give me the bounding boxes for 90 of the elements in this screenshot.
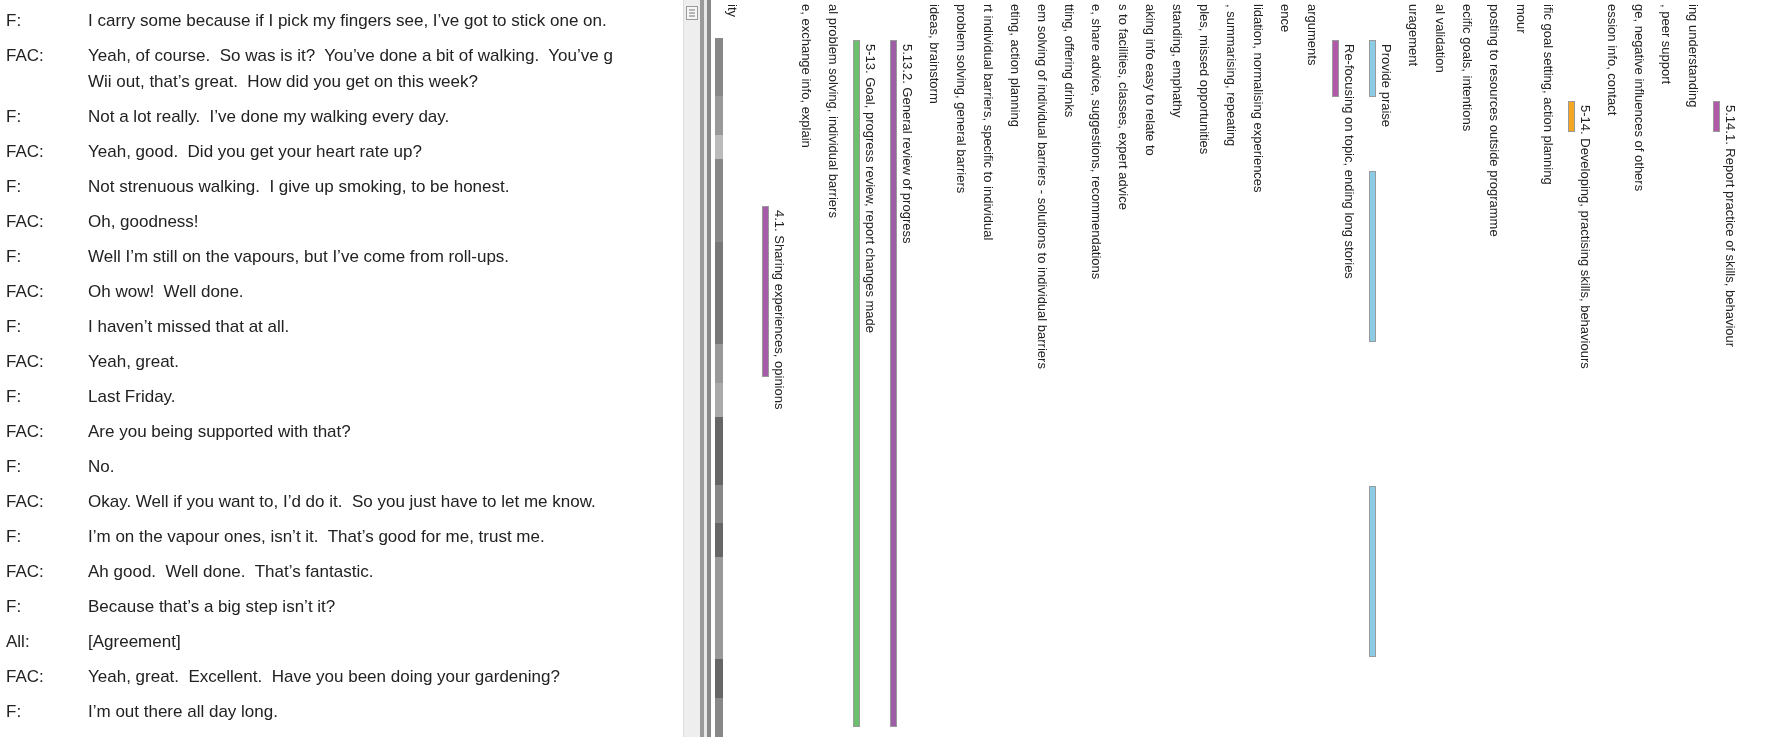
speaker-label: FAC: (5, 141, 45, 163)
coding-stripe[interactable] (890, 40, 897, 99)
speaker-label: F: (5, 386, 23, 408)
code-label: ific goal setting, action planning (1541, 4, 1556, 185)
code-label: Provide praise (1379, 44, 1394, 128)
speaker-label: F: (5, 596, 23, 618)
code-label: Re-focusing on topic, ending long stories (1342, 44, 1357, 279)
code-label: rt individual barriers, specific to individual (981, 4, 996, 241)
transcript-line: Yeah, of course. So was is it? You’ve done a bit of walking. You’ve g (88, 45, 613, 67)
code-label: s to facilities, classes, expert advice (1116, 4, 1131, 210)
transcript-line: Not a lot really. I’ve done my walking every day. (88, 106, 450, 128)
transcript-line: Are you being supported with that? (88, 421, 351, 443)
speaker-label: FAC: (5, 211, 45, 233)
transcript-line: No. (88, 456, 115, 478)
code-label: aking info easy to relate to (1143, 4, 1158, 156)
transcript-line: [Agreement] (88, 631, 181, 653)
transcript-line: Well I’m still on the vapours, but I’ve come from roll-ups. (88, 246, 510, 268)
transcript-line: I carry some because if I pick my fingers see, I’ve got to stick one on. (88, 10, 607, 32)
transcript-line: I haven’t missed that at all. (88, 316, 290, 338)
code-label: e, exchange info, explain (799, 4, 814, 148)
coding-stripe[interactable] (853, 694, 860, 727)
code-label: 4.1. Sharing experiences, opinions (772, 210, 787, 410)
code-label: , peer support (1659, 4, 1674, 85)
code-label: tting, offering drinks (1062, 4, 1077, 118)
code-label: posting to resources outside programme (1487, 4, 1502, 237)
code-label: ession info, contact (1605, 4, 1620, 116)
code-label: ing understanding (1686, 4, 1701, 108)
coding-stripe[interactable] (1369, 40, 1376, 97)
code-label: al problem solving, individual barriers (826, 4, 841, 218)
code-label: 5.13.2. General review of progress (900, 44, 915, 244)
transcript-line: Wii out, that’s great. How did you get on this week? (88, 71, 479, 93)
speaker-label: FAC: (5, 666, 45, 688)
transcript-line: Because that’s a big step isn’t it? (88, 596, 336, 618)
coding-stripe[interactable] (1369, 624, 1376, 657)
speaker-label: FAC: (5, 45, 45, 67)
code-label: ideas, brainstorm (927, 4, 942, 104)
coding-stripe[interactable] (890, 694, 897, 727)
speaker-label: FAC: (5, 351, 45, 373)
speaker-label: F: (5, 246, 23, 268)
speaker-label: All: (5, 631, 31, 653)
coding-stripe[interactable] (1713, 101, 1720, 132)
code-label: 5.14.1. Report practice of skills, behaviour (1723, 105, 1738, 348)
transcript-line: Yeah, great. (88, 351, 180, 373)
coding-stripe[interactable] (1369, 309, 1376, 342)
code-label: ge, negative influences of others (1632, 4, 1647, 192)
code-label: lidation, normalising experiences (1251, 4, 1266, 193)
code-label: e, share advice, suggestions, recommendations (1089, 4, 1104, 280)
coding-stripe[interactable] (853, 40, 860, 99)
code-label: ecific goals, intentions (1460, 4, 1475, 132)
speaker-label: F: (5, 456, 23, 478)
code-label: em solving of individual barriers - solutions to individual barriers (1035, 4, 1050, 369)
speaker-label: F: (5, 701, 23, 723)
speaker-label: F: (5, 106, 23, 128)
code-label: arguments (1305, 4, 1320, 66)
code-label: standing, emphathy (1170, 4, 1185, 118)
speaker-label: F: (5, 526, 23, 548)
speaker-label: FAC: (5, 281, 45, 303)
speaker-label: FAC: (5, 491, 45, 513)
coding-stripe[interactable] (1369, 171, 1376, 204)
coding-stripe[interactable] (1369, 486, 1376, 519)
code-label: ples, missed opportunities (1197, 4, 1212, 155)
transcript-line: Yeah, great. Excellent. Have you been doing your gardening? (88, 666, 560, 688)
coding-stripe[interactable] (1332, 40, 1339, 97)
coding-stripe[interactable] (762, 344, 769, 377)
code-label: 5-13. Goal, progress review, report changes made (863, 44, 878, 334)
speaker-label: FAC: (5, 561, 45, 583)
speaker-label: FAC: (5, 421, 45, 443)
transcript-line: Oh, goodness! (88, 211, 199, 233)
speaker-label: F: (5, 176, 23, 198)
transcript-line: Last Friday. (88, 386, 176, 408)
transcript-line: I’m out there all day long. (88, 701, 278, 723)
transcript-line: Okay. Well if you want to, I’d do it. So you just have to let me know. (88, 491, 596, 513)
density-label: ity (725, 4, 740, 17)
code-label: mour (1514, 4, 1529, 34)
speaker-label: F: (5, 316, 23, 338)
code-label: eting, action planning (1008, 4, 1023, 127)
transcript-line: Yeah, good. Did you get your heart rate up? (88, 141, 422, 163)
code-label: 5-14. Developing, practising skills, behaviours (1578, 105, 1593, 369)
code-label: problem solving, general barriers (954, 4, 969, 194)
coding-stripe[interactable] (1568, 101, 1575, 132)
speaker-label: F: (5, 10, 23, 32)
transcript-line: Oh wow! Well done. (88, 281, 244, 303)
code-label: uragement (1406, 4, 1421, 67)
code-label: , summarising, repeating (1224, 4, 1239, 147)
coding-stripe[interactable] (762, 206, 769, 239)
transcript-line: Not strenuous walking. I give up smoking, to be honest. (88, 176, 510, 198)
transcript-line: Ah good. Well done. That’s fantastic. (88, 561, 374, 583)
code-label: al validation (1433, 4, 1448, 73)
transcript-line: I’m on the vapour ones, isn’t it. That’s good for me, trust me. (88, 526, 545, 548)
code-label: ence (1278, 4, 1293, 33)
